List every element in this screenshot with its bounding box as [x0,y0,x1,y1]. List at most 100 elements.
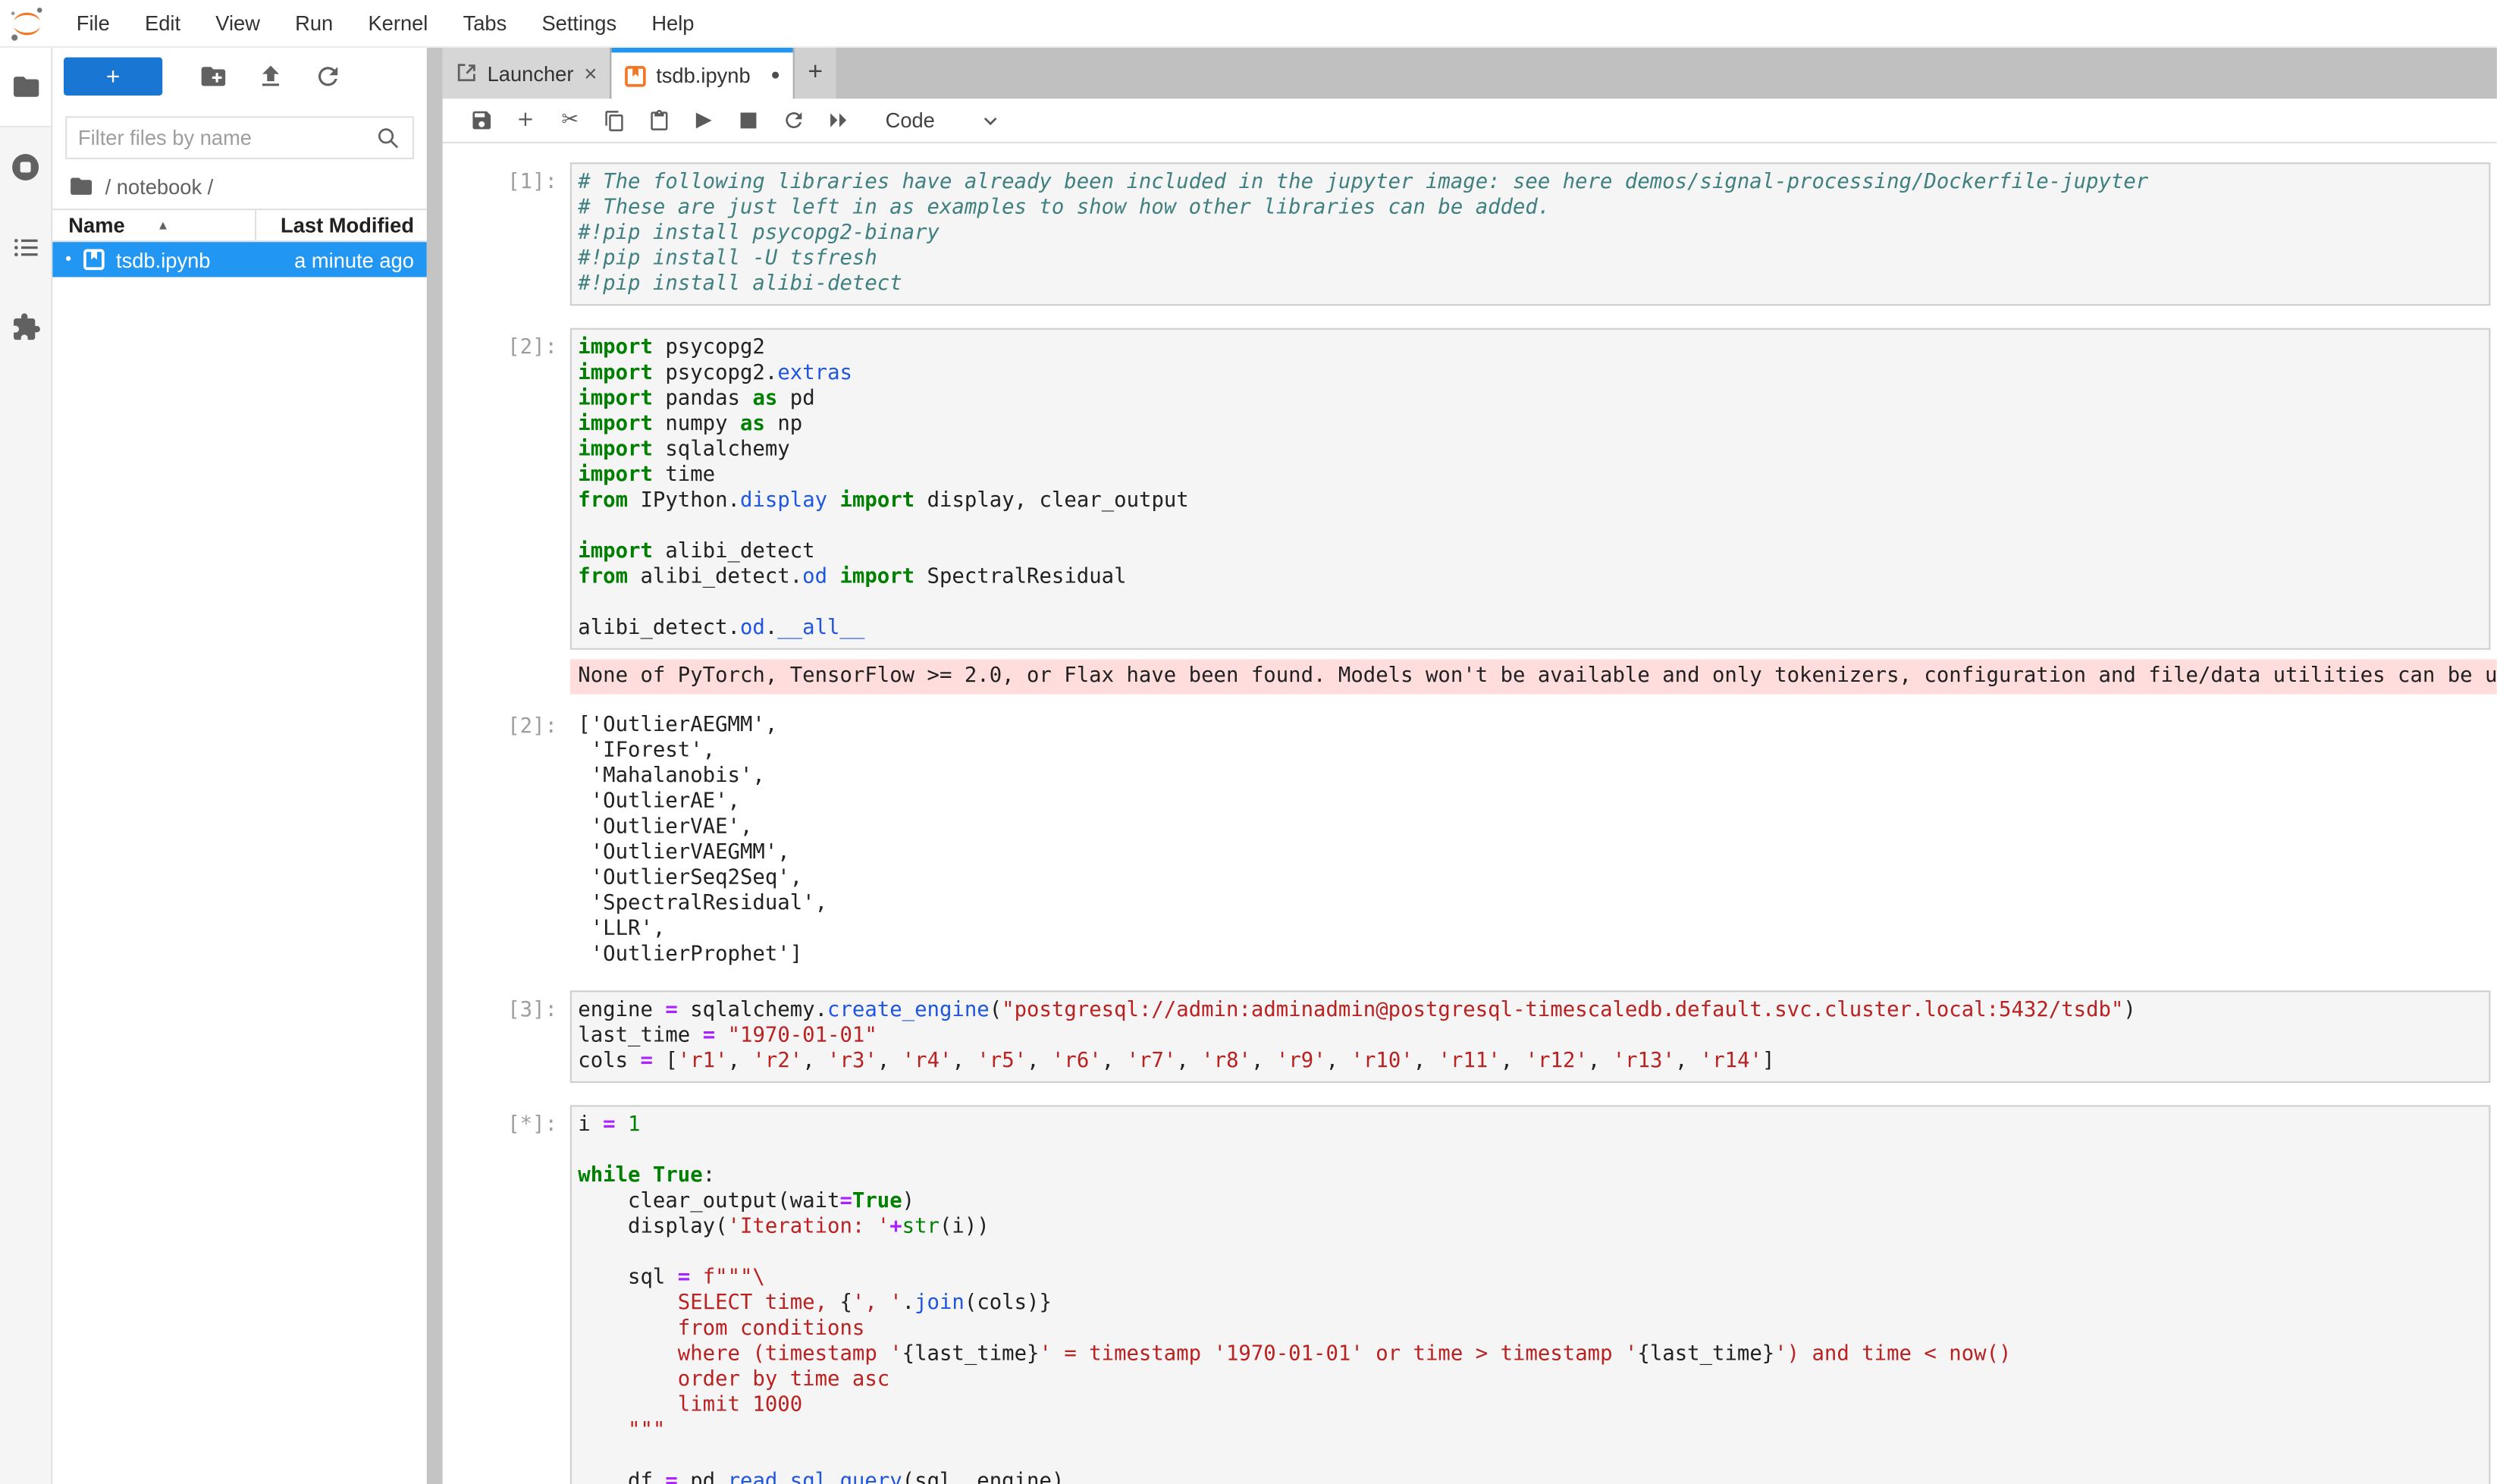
new-folder-icon [199,62,228,91]
sidebar-tab-filebrowser[interactable] [0,48,51,127]
refresh-button[interactable] [303,62,353,91]
folder-icon [11,71,41,102]
input-prompt: [2]: [443,328,570,650]
save-button[interactable] [459,108,503,133]
code-line: None of PyTorch, TensorFlow >= 2.0, or F… [578,664,2496,690]
stop-icon: ■ [739,108,758,133]
code-line: 'OutlierVAEGMM', [578,841,2496,867]
code-line: import time [578,463,2489,489]
restart-kernel-button[interactable] [770,108,815,133]
cell-type-select[interactable]: Code [886,108,935,133]
code-line: 'OutlierVAE', [578,815,2496,841]
code-line: last_time = "1970-01-01" [578,1024,2489,1049]
tab-label: Launcher [488,61,574,86]
menu-settings[interactable]: Settings [524,11,634,35]
cell-editor[interactable]: engine = sqlalchemy.create_engine("postg… [570,990,2491,1083]
code-line: # The following libraries have already b… [578,171,2489,196]
code-line: engine = sqlalchemy.create_engine("postg… [578,999,2489,1024]
code-line: # These are just left in as examples to … [578,196,2489,221]
output-prompt: [2]: [443,707,570,968]
tab-bar: Launcher × tsdb.ipynb ● + [443,48,2497,99]
code-line: df = pd.read_sql_query(sql, engine) [578,1470,2489,1484]
menu-edit[interactable]: Edit [127,11,198,35]
insert-cell-button[interactable]: + [503,108,548,133]
code-line: #!pip install alibi-detect [578,272,2489,298]
puzzle-icon [11,312,41,342]
filter-files-input[interactable] [78,126,376,150]
restart-run-all-button[interactable] [815,108,860,133]
code-line: 'IForest', [578,739,2496,764]
list-icon [11,232,41,262]
code-line: cols = ['r1', 'r2', 'r3', 'r4', 'r5', 'r… [578,1049,2489,1075]
menu-view[interactable]: View [198,11,278,35]
panel-resize-handle[interactable] [427,48,443,1484]
paste-cell-button[interactable] [637,109,682,131]
jupyterlab-window: File Edit View Run Kernel Tabs Settings … [0,0,2497,1484]
menu-file[interactable]: File [59,11,127,35]
input-prompt: [1]: [443,162,570,306]
output-prompt [443,659,570,697]
run-cell-button[interactable]: ▶ [682,108,726,133]
file-list-header: Name ▲ Last Modified [52,209,427,242]
file-row-tsdb[interactable]: • tsdb.ipynb a minute ago [52,242,427,277]
stop-circle-icon [10,151,42,183]
code-line [578,1138,2489,1164]
menu-tabs[interactable]: Tabs [445,11,524,35]
code-line: ['OutlierAEGMM', [578,714,2496,739]
code-line: import psycopg2 [578,336,2489,362]
input-prompt: [*]: [443,1105,570,1484]
sidebar-tab-extensions[interactable] [0,287,51,366]
notebook-toolbar: + ✂ ▶ ■ Code [443,99,2497,143]
sidebar-tab-running[interactable] [0,127,51,207]
code-line: """ [578,1419,2489,1445]
search-icon [376,125,402,151]
restart-icon [781,108,805,133]
breadcrumb[interactable]: / notebook / [52,164,427,209]
execute-result: ['OutlierAEGMM', 'IForest', 'Mahalanobis… [570,707,2497,968]
code-line: clear_output(wait=True) [578,1190,2489,1216]
menu-kernel[interactable]: Kernel [350,11,445,35]
notebook-scroll-area[interactable]: [1]: # The following libraries have alrea… [443,143,2497,1484]
launcher-icon [456,62,478,84]
new-launcher-button[interactable]: + [64,58,162,96]
cell-editor[interactable]: # The following libraries have already b… [570,162,2491,306]
cut-cell-button[interactable]: ✂ [547,108,592,133]
copy-cell-button[interactable] [592,109,637,131]
code-line: #!pip install psycopg2-binary [578,221,2489,247]
dirty-indicator-dot: ● [770,67,780,84]
cell-editor[interactable]: i = 1 while True: clear_output(wait=True… [570,1105,2491,1484]
menu-help[interactable]: Help [634,11,711,35]
code-line: SELECT time, {', '.join(cols)} [578,1291,2489,1317]
file-browser-toolbar: + [52,48,427,105]
tab-launcher[interactable]: Launcher × [443,48,612,99]
notebook-icon [624,64,646,86]
refresh-icon [314,62,343,91]
unsaved-dot: • [65,250,71,269]
code-line: limit 1000 [578,1393,2489,1419]
new-tab-button[interactable]: + [793,48,836,99]
cell-editor[interactable]: import psycopg2import psycopg2.extrasimp… [570,328,2491,650]
code-line: #!pip install -U tsfresh [578,247,2489,273]
code-line: i = 1 [578,1113,2489,1139]
code-line: import sqlalchemy [578,438,2489,464]
copy-icon [604,109,626,131]
fast-forward-icon [826,108,850,133]
upload-button[interactable] [245,62,296,91]
column-last-modified[interactable]: Last Modified [255,210,427,240]
jupyter-logo [8,2,46,44]
interrupt-kernel-button[interactable]: ■ [726,108,771,133]
code-line: 'Mahalanobis', [578,764,2496,790]
code-line: display('Iteration: '+str(i)) [578,1215,2489,1241]
close-icon[interactable]: × [584,61,597,86]
scissors-icon: ✂ [561,108,579,133]
chevron-down-icon[interactable] [980,109,1002,131]
tab-tsdb-notebook[interactable]: tsdb.ipynb ● [611,48,792,99]
code-line: 'OutlierAE', [578,790,2496,816]
code-line: 'OutlierProphet'] [578,943,2496,968]
column-name[interactable]: Name ▲ [52,210,255,240]
notebook-cell: [*]:i = 1 while True: clear_output(wait=… [443,1105,2497,1484]
new-folder-button[interactable] [188,62,239,91]
code-line: where (timestamp '{last_time}' = timesta… [578,1342,2489,1368]
menu-run[interactable]: Run [278,11,350,35]
sidebar-tab-toc[interactable] [0,207,51,287]
